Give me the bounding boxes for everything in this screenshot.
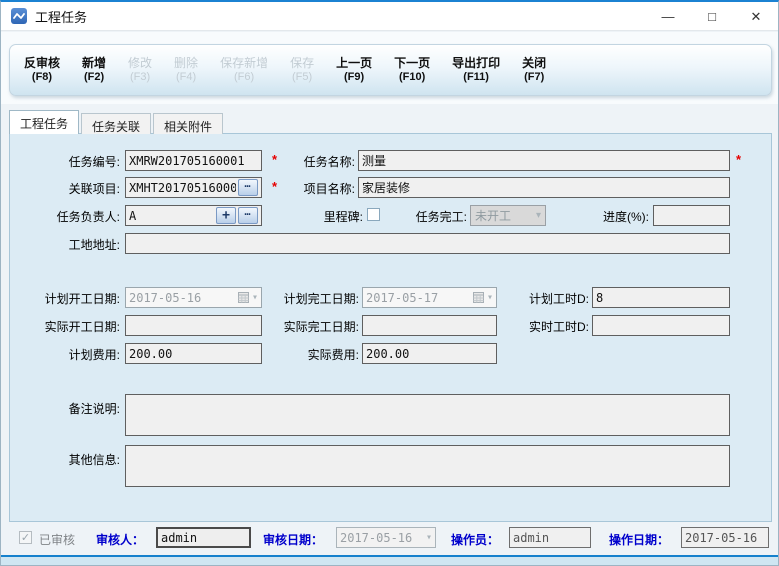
toolbar-button-delete: 删除 (F4)	[174, 56, 199, 83]
milestone-label: 里程碑:	[323, 210, 363, 224]
task-owner-label: 任务负责人:	[56, 210, 120, 224]
remark-label: 备注说明:	[68, 402, 120, 416]
toolbar-zone: 反审核 (F8) 新增 (F2) 修改 (F3) 删除 (F4) 保存新增 (F6) 保存…	[1, 32, 778, 104]
auditor-input[interactable]	[156, 527, 251, 548]
title-bar: 工程任务 — □ ✕	[1, 2, 778, 31]
op-date-label: 操作日期：	[609, 533, 670, 547]
toolbar-button-save: 保存 (F5)	[290, 56, 315, 83]
toolbar-button-next-page[interactable]: 下一页 (F10)	[390, 54, 434, 86]
toolbar-button-edit: 修改 (F3)	[128, 56, 153, 83]
actual-end-input[interactable]	[362, 315, 497, 336]
audited-checkbox: ✓	[19, 531, 32, 544]
site-address-label: 工地地址:	[68, 238, 120, 252]
other-info-label: 其他信息:	[68, 453, 120, 467]
task-done-label: 任务完工:	[415, 210, 467, 224]
plan-end-label: 计划完工日期:	[283, 292, 359, 306]
toolbar-button-prev-page[interactable]: 上一页 (F9)	[332, 54, 376, 86]
tab-task-relation[interactable]: 任务关联	[81, 113, 152, 134]
toolbar-button-unaudit[interactable]: 反审核 (F8)	[20, 54, 64, 86]
minimize-button[interactable]: —	[646, 2, 690, 31]
plan-end-datepicker: 2017-05-17 ▾	[362, 287, 497, 308]
toolbar: 反审核 (F8) 新增 (F2) 修改 (F3) 删除 (F4) 保存新增 (F6) 保存…	[9, 44, 772, 96]
toolbar-button-save-new: 保存新增 (F6)	[220, 56, 269, 83]
tab-attachments[interactable]: 相关附件	[153, 113, 224, 134]
remark-textarea[interactable]	[125, 394, 730, 436]
window-controls: — □ ✕	[646, 2, 778, 31]
progress-input[interactable]	[653, 205, 730, 226]
tab-strip: 工程任务 任务关联 相关附件	[9, 110, 225, 134]
task-owner-add-button[interactable]: +	[216, 207, 236, 224]
window-title: 工程任务	[35, 9, 88, 25]
bottom-status-band	[1, 557, 778, 565]
site-address-input[interactable]	[125, 233, 730, 254]
operator-label: 操作员：	[451, 533, 500, 547]
plan-start-label: 计划开工日期:	[44, 292, 120, 306]
actual-cost-label: 实际费用:	[307, 348, 359, 362]
maximize-button[interactable]: □	[690, 2, 734, 31]
audit-date-select: 2017-05-16 ▾	[336, 527, 436, 548]
form-panel: 任务编号: * 任务名称: * 关联项目: XMHT201705160001 ……	[9, 133, 772, 522]
actual-end-label: 实际完工日期:	[283, 320, 359, 334]
operator-input[interactable]	[509, 527, 591, 548]
plan-cost-input[interactable]	[125, 343, 262, 364]
progress-label: 进度(%):	[603, 210, 649, 224]
chevron-down-icon: ▾	[425, 532, 432, 543]
audited-label: 已审核	[39, 533, 76, 547]
plan-start-datepicker: 2017-05-16 ▾	[125, 287, 262, 308]
actual-start-label: 实际开工日期:	[44, 320, 120, 334]
project-name-label: 项目名称:	[303, 182, 355, 196]
tab-engineering-task[interactable]: 工程任务	[9, 110, 80, 134]
calendar-icon	[237, 292, 249, 303]
task-no-input[interactable]	[125, 150, 262, 171]
task-name-input[interactable]	[358, 150, 730, 171]
toolbar-button-export-print[interactable]: 导出打印 (F11)	[448, 54, 504, 86]
actual-start-input[interactable]	[125, 315, 262, 336]
project-name-input[interactable]	[358, 177, 730, 198]
rel-project-label: 关联项目:	[68, 182, 120, 196]
calendar-icon	[472, 292, 484, 303]
op-date-input[interactable]	[681, 527, 769, 548]
actual-hours-label: 实时工时D:	[528, 320, 589, 334]
plan-hours-label: 计划工时D:	[528, 292, 589, 306]
actual-hours-input[interactable]	[592, 315, 730, 336]
audit-date-label: 审核日期：	[263, 533, 324, 547]
rel-project-input[interactable]: XMHT201705160001 …	[125, 177, 262, 198]
close-button[interactable]: ✕	[734, 2, 778, 31]
actual-cost-input[interactable]	[362, 343, 497, 364]
app-icon	[11, 8, 27, 24]
task-name-label: 任务名称:	[303, 155, 355, 169]
task-name-required-mark: *	[736, 152, 742, 167]
other-info-textarea[interactable]	[125, 445, 730, 487]
chevron-down-icon: ▾	[535, 210, 541, 221]
plan-cost-label: 计划费用:	[68, 348, 120, 362]
auditor-label: 审核人：	[96, 533, 145, 547]
plan-hours-input[interactable]	[592, 287, 730, 308]
footer-bar: ✓ 已审核 审核人： 审核日期： 2017-05-16 ▾ 操作员： 操作日期：	[1, 522, 778, 555]
toolbar-button-add[interactable]: 新增 (F2)	[78, 54, 110, 86]
task-no-label: 任务编号:	[68, 155, 120, 169]
task-owner-input[interactable]: A + …	[125, 205, 262, 226]
toolbar-button-close-form[interactable]: 关闭 (F7)	[518, 54, 550, 86]
task-done-select: 未开工 ▾	[470, 205, 546, 226]
app-window: 工程任务 — □ ✕ 反审核 (F8) 新增 (F2) 修改 (F3) 删除 (F4) …	[0, 0, 779, 566]
